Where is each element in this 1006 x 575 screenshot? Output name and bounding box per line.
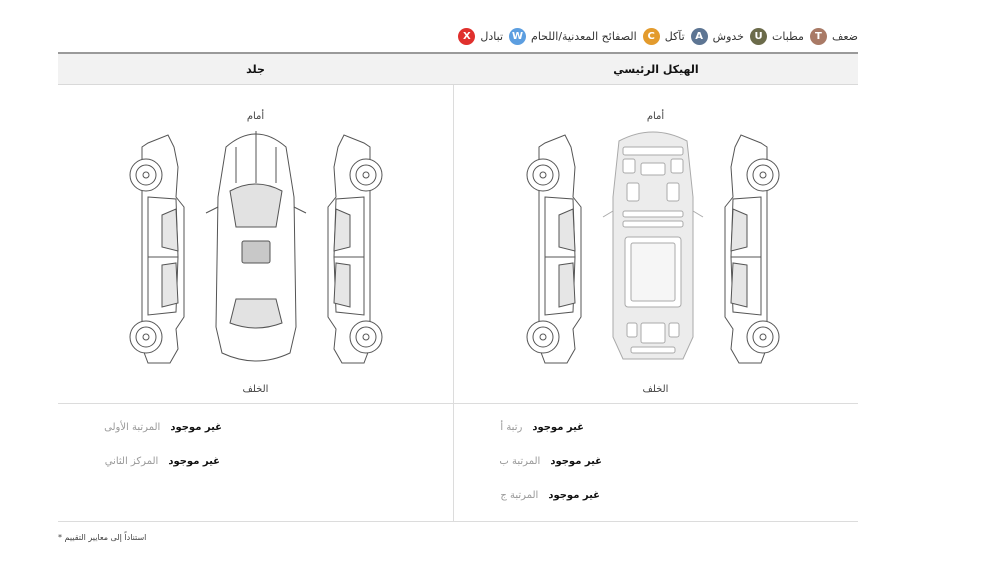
legend-label: تآكل <box>664 29 685 43</box>
legend-badge-c: C <box>642 27 660 45</box>
legend-item-sheet-metal: الصفائح المعدنية/اللحام W <box>509 27 637 45</box>
grade-status: غير موجود <box>170 422 222 433</box>
grade-status: غير موجود <box>548 490 600 501</box>
right-side-view <box>327 134 383 364</box>
legend-item-exchange: تبادل X <box>458 27 504 45</box>
rear-label-frame: الخلف <box>642 384 669 395</box>
grade-name: المرتبة ج <box>500 490 539 501</box>
legend-item-weak: ضعف T <box>809 27 858 45</box>
left-side-view <box>526 134 582 364</box>
inspection-panel: جلد الهيكل الرئيسي أمام الخلف أمام الخلف… <box>58 52 858 522</box>
header-outer-panel: جلد <box>246 63 265 76</box>
grade-name: المركز الثاني <box>104 456 159 467</box>
legend-badge-t: T <box>809 27 827 45</box>
main-frame-car-diagram <box>526 131 780 364</box>
grade-status: غير موجود <box>550 456 602 467</box>
main-grade-row-1: غير موجود رتبة أ <box>500 422 584 433</box>
outer-grade-row-1: غير موجود المرتبة الأولى <box>104 422 222 433</box>
header-main-frame: الهيكل الرئيسي <box>613 63 699 76</box>
legend-item-bumps: مطبات U <box>750 27 804 45</box>
legend-label: خدوش <box>712 29 744 43</box>
legend-badge-w: W <box>509 27 527 45</box>
main-grade-row-2: غير موجود المرتبة ب <box>499 456 602 467</box>
left-side-view <box>129 134 185 364</box>
right-side-view <box>724 134 780 364</box>
top-view <box>205 131 307 362</box>
legend-badge-a: A <box>690 27 708 45</box>
outer-panel-car-diagram <box>129 131 383 364</box>
legend-label: تبادل <box>480 29 504 43</box>
rear-label-outer: الخلف <box>242 384 269 395</box>
front-label-outer: أمام <box>246 111 265 122</box>
front-label-frame: أمام <box>646 111 665 122</box>
grade-name: المرتبة ب <box>499 456 541 467</box>
grade-name: رتبة أ <box>500 422 523 433</box>
table-header: جلد الهيكل الرئيسي <box>58 52 858 85</box>
outer-grade-row-2: غير موجود المركز الثاني <box>105 456 220 467</box>
column-divider <box>453 85 454 522</box>
legend-badge-x: X <box>458 27 476 45</box>
legend-label: الصفائح المعدنية/اللحام <box>531 29 637 43</box>
legend-badge-u: U <box>750 27 767 45</box>
grade-status: غير موجود <box>168 456 220 467</box>
legend-label: ضعف <box>831 29 858 43</box>
damage-legend: ضعف T مطبات U خدوش A تآكل C الصفائح المع… <box>458 26 858 46</box>
footnote: * استناداً إلى معايير التقييم <box>58 533 147 542</box>
legend-item-corrosion: تآكل C <box>642 27 685 45</box>
legend-label: مطبات <box>772 29 804 43</box>
row-divider <box>58 403 858 404</box>
bottom-divider <box>58 521 858 522</box>
main-grade-row-3: غير موجود المرتبة ج <box>500 490 600 501</box>
legend-item-scratches: خدوش A <box>690 27 744 45</box>
frame-top-view <box>602 131 704 360</box>
grade-status: غير موجود <box>532 422 584 433</box>
grade-name: المرتبة الأولى <box>104 422 161 433</box>
